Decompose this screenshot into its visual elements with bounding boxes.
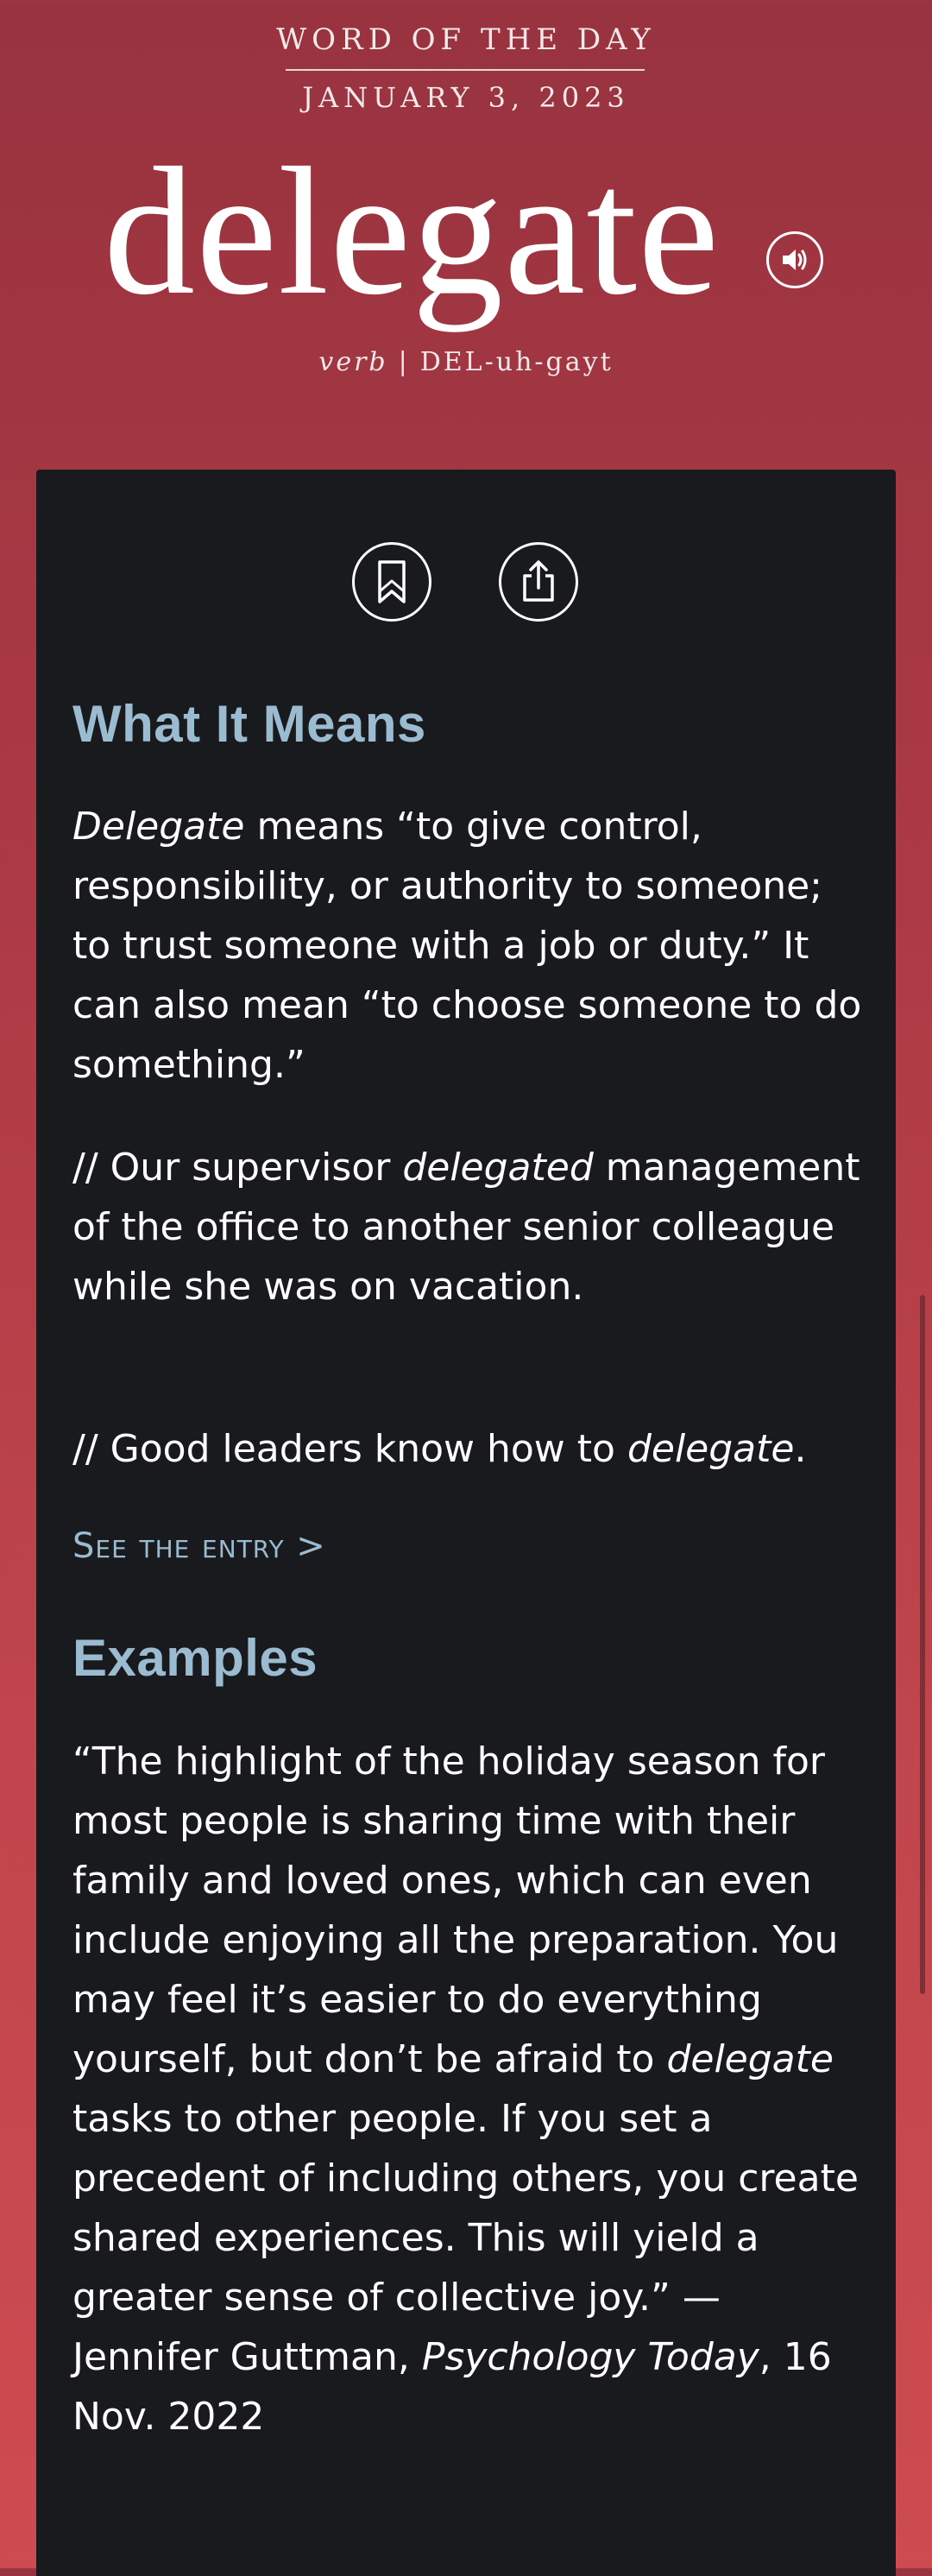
share-word-button[interactable] (499, 542, 578, 622)
header-divider (286, 69, 645, 71)
headword: delegate (104, 129, 721, 332)
see-entry-container: See the entry > (72, 1526, 866, 1566)
usage-example-2-word: delegate (627, 1427, 795, 1471)
save-word-button[interactable] (352, 542, 431, 622)
examples-section: Examples (72, 1628, 866, 1688)
part-of-speech: verb (318, 347, 388, 377)
usage-example-2-suffix: . (794, 1427, 807, 1471)
scrollbar-thumb[interactable] (920, 1295, 925, 1994)
what-it-means-heading: What It Means (72, 695, 426, 753)
examples-quote: “The highlight of the holiday season for… (72, 1732, 866, 2447)
usage-example-2: // Good leaders know how to delegate. (72, 1419, 866, 1479)
see-the-entry-link[interactable]: See the entry > (72, 1526, 326, 1566)
usage-example-2-prefix: // Good leaders know how to (72, 1427, 627, 1471)
pronunciation-separator: | (398, 347, 410, 377)
definition-text: Delegate means “to give control, respons… (72, 797, 866, 1095)
speaker-icon (783, 249, 807, 270)
pronunciation-line: verb | DEL-uh-gayt (0, 347, 932, 377)
usage-example-1-prefix: // Our supervisor (72, 1146, 403, 1190)
pronunciation-audio-button[interactable] (766, 231, 823, 288)
pronunciation: DEL-uh-gayt (419, 347, 614, 377)
definition-headword: Delegate (72, 805, 245, 849)
quote-headword: delegate (666, 2037, 834, 2081)
examples-heading: Examples (72, 1629, 318, 1687)
word-of-the-day-label: WORD OF THE DAY (276, 22, 656, 57)
bookmark-icon (378, 560, 406, 603)
word-date: JANUARY 3, 2023 (302, 81, 630, 114)
quote-text-part-1: “The highlight of the holiday season for… (72, 1739, 839, 2081)
usage-example-1-word: delegated (402, 1146, 594, 1190)
quote-source: Psychology Today (421, 2335, 759, 2379)
definition: Delegate means “to give control, respons… (72, 797, 866, 1095)
usage-example-1: // Our supervisor delegated management o… (72, 1138, 866, 1316)
share-icon (523, 560, 554, 602)
what-it-means-section: What It Means (72, 694, 866, 754)
